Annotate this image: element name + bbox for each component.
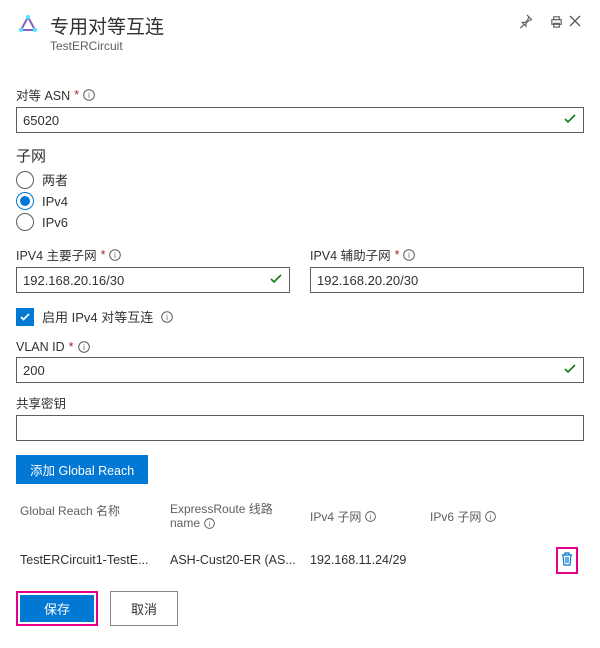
radio-ipv4[interactable]: IPv4 [16,192,584,210]
info-icon[interactable]: i [365,511,376,522]
vlan-id-input[interactable] [23,363,559,378]
enable-ipv4-label: 启用 IPv4 对等互连 [42,307,153,326]
vlan-id-input-wrap[interactable] [16,357,584,383]
peer-asn-input-wrap[interactable] [16,107,584,133]
cell-name: TestERCircuit1-TestE... [20,553,170,567]
svg-text:i: i [115,251,117,260]
info-icon[interactable]: i [78,341,90,353]
check-icon [563,362,577,379]
svg-text:i: i [370,512,372,521]
table-row: TestERCircuit1-TestE... ASH-Cust20-ER (A… [16,539,584,582]
peer-asn-field: 对等 ASN * i [16,85,584,133]
th-ipv4: IPv4 子网 i [310,502,430,531]
ipv4-primary-label: IPV4 主要子网 [16,245,97,264]
info-icon[interactable]: i [204,518,215,529]
info-icon[interactable]: i [109,249,121,261]
ipv4-secondary-field: IPV4 辅助子网 * i [310,245,584,293]
checkbox-checked-icon[interactable] [16,308,34,326]
subnet-radio-group: 两者 IPv4 IPv6 [16,170,584,231]
highlight-box [556,547,578,574]
delete-icon[interactable] [560,551,574,570]
pin-icon[interactable] [516,12,535,31]
shared-key-field: 共享密钥 [16,393,584,441]
svg-text:i: i [83,343,85,352]
check-icon [563,112,577,129]
info-icon[interactable]: i [485,511,496,522]
add-global-reach-button[interactable]: 添加 Global Reach [16,455,148,484]
shared-key-input[interactable] [23,421,577,436]
ipv4-secondary-label: IPV4 辅助子网 [310,245,391,264]
ipv4-secondary-input-wrap[interactable] [310,267,584,293]
peering-icon [16,14,40,38]
vlan-id-label: VLAN ID [16,340,65,354]
svg-text:i: i [490,512,492,521]
th-name: Global Reach 名称 [20,502,170,531]
cancel-button[interactable]: 取消 [110,591,178,626]
global-reach-table: Global Reach 名称 ExpressRoute 线路 name i I… [16,494,584,582]
highlight-box: 保存 [16,591,98,626]
ipv4-primary-field: IPV4 主要子网 * i [16,245,290,293]
blade-header: 专用对等互连 TestERCircuit [0,0,600,61]
save-button[interactable]: 保存 [20,595,94,622]
table-header: Global Reach 名称 ExpressRoute 线路 name i I… [16,494,584,539]
svg-text:i: i [88,91,90,100]
peer-asn-input[interactable] [23,113,559,128]
radio-ipv6[interactable]: IPv6 [16,213,584,231]
peer-asn-label: 对等 ASN [16,85,70,104]
ipv4-primary-input-wrap[interactable] [16,267,290,293]
svg-text:i: i [166,313,168,322]
print-icon[interactable] [547,12,566,31]
cell-circuit: ASH-Cust20-ER (AS... [170,553,310,567]
info-icon[interactable]: i [161,311,173,323]
blade-subtitle: TestERCircuit [50,39,508,53]
svg-text:i: i [409,251,411,260]
th-circuit: ExpressRoute 线路 name i [170,502,310,531]
close-icon[interactable] [566,12,584,30]
shared-key-label: 共享密钥 [16,393,66,412]
vlan-id-field: VLAN ID * i [16,340,584,383]
svg-text:i: i [209,519,211,528]
ipv4-primary-input[interactable] [23,273,265,288]
blade-title: 专用对等互连 [50,12,508,39]
check-icon [269,272,283,289]
ipv4-secondary-input[interactable] [317,273,577,288]
cell-ipv4: 192.168.11.24/29 [310,553,430,567]
subnet-section-title: 子网 [16,145,584,166]
shared-key-input-wrap[interactable] [16,415,584,441]
radio-both[interactable]: 两者 [16,170,584,189]
info-icon[interactable]: i [403,249,415,261]
footer: 保存 取消 [0,577,194,640]
info-icon[interactable]: i [83,89,95,101]
th-ipv6: IPv6 子网 i [430,502,520,531]
required-mark: * [74,88,79,102]
enable-ipv4-checkbox-row[interactable]: 启用 IPv4 对等互连 i [16,307,584,326]
